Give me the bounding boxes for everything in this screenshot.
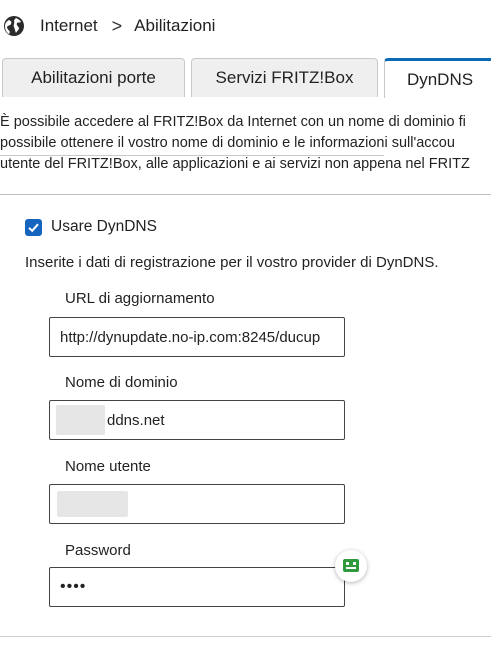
intro-line-3: utente del FRITZ!Box, alle applicazioni … <box>0 156 470 172</box>
password-input[interactable]: •••• <box>49 567 345 607</box>
username-input[interactable] <box>49 484 345 524</box>
section-divider <box>0 194 491 195</box>
checkmark-icon <box>28 223 39 232</box>
intro-text: È possibile accedere al FRITZ!Box da Int… <box>0 112 491 175</box>
use-dyndns-checkbox[interactable] <box>25 218 42 236</box>
breadcrumb-current: Abilitazioni <box>134 16 216 35</box>
password-label: Password <box>65 542 131 559</box>
password-value: •••• <box>60 578 87 595</box>
page: Internet > Abilitazioni Abilitazioni por… <box>0 0 491 667</box>
globe-icon <box>2 14 26 38</box>
redacted-block <box>56 405 105 435</box>
domain-value: ddns.net <box>107 411 165 429</box>
password-manager-button[interactable] <box>335 550 367 582</box>
username-label: Nome utente <box>65 458 151 475</box>
intro-line-2: possibile ottenere il vostro nome di dom… <box>0 135 455 151</box>
breadcrumb: Internet > Abilitazioni <box>0 10 215 42</box>
update-url-input[interactable]: http://dynupdate.no-ip.com:8245/ducup <box>49 317 345 357</box>
tab-abilitazioni-porte[interactable]: Abilitazioni porte <box>2 58 185 97</box>
footer-divider <box>0 636 491 637</box>
redacted-block <box>57 491 128 517</box>
tab-dyndns[interactable]: DynDNS <box>384 58 491 98</box>
domain-input[interactable]: ddns.net <box>49 400 345 440</box>
intro-line-1: È possibile accedere al FRITZ!Box da Int… <box>0 114 466 130</box>
tab-bar: Abilitazioni porte Servizi FRITZ!Box Dyn… <box>0 58 491 156</box>
domain-label: Nome di dominio <box>65 374 178 391</box>
use-dyndns-label[interactable]: Usare DynDNS <box>51 218 157 236</box>
breadcrumb-parent[interactable]: Internet <box>40 16 98 36</box>
update-url-label: URL di aggiornamento <box>65 290 215 307</box>
update-url-value: http://dynupdate.no-ip.com:8245/ducup <box>60 328 321 346</box>
chevron-right-icon: > <box>111 15 123 36</box>
use-dyndns-row: Usare DynDNS <box>25 218 157 236</box>
instruction-text: Inserite i dati di registrazione per il … <box>25 254 439 271</box>
tab-servizi-fritzbox[interactable]: Servizi FRITZ!Box <box>191 58 378 97</box>
password-manager-icon <box>343 559 359 572</box>
